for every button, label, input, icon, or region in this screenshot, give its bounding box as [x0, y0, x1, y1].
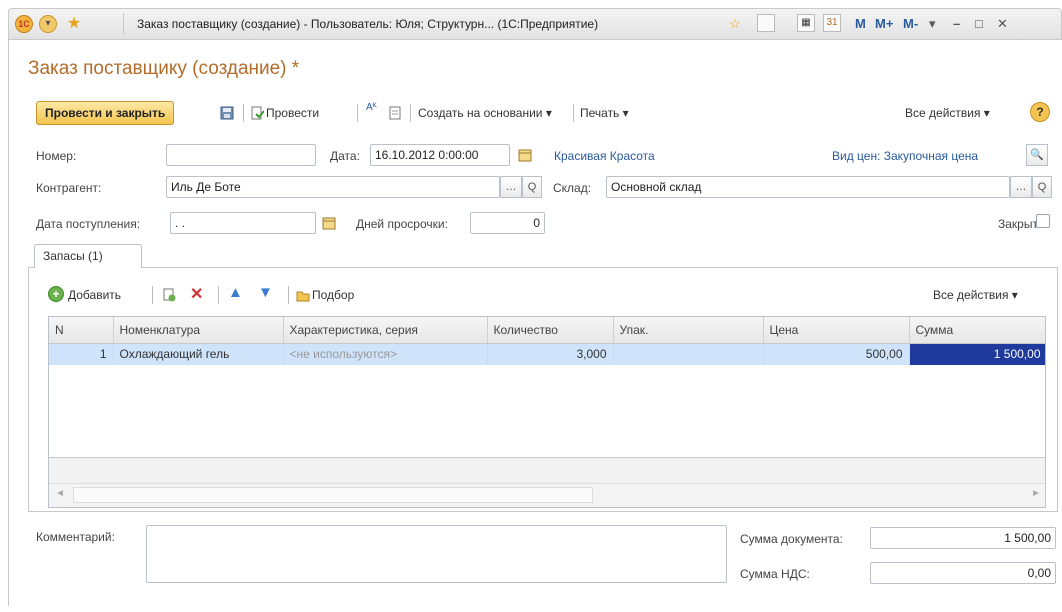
- link-icon[interactable]: [757, 14, 775, 32]
- document-report-icon[interactable]: [388, 106, 402, 120]
- price-type-link[interactable]: Вид цен: Закупочная цена: [832, 149, 978, 163]
- window-titlebar: 1C ▾ ★ Заказ поставщику (создание) - Пол…: [8, 8, 1062, 40]
- toolbar-divider: [218, 286, 219, 304]
- column-header-sum[interactable]: Сумма: [909, 317, 1045, 344]
- toolbar-divider: [243, 104, 244, 122]
- post-document-icon[interactable]: [250, 106, 264, 120]
- tab-inventory[interactable]: Запасы (1): [34, 244, 142, 268]
- selection-folder-icon[interactable]: [296, 288, 310, 302]
- cell-n[interactable]: 1: [49, 343, 114, 365]
- toolbar-divider: [152, 286, 153, 304]
- cell-characteristic[interactable]: <не используются>: [283, 343, 488, 365]
- post-button[interactable]: Провести: [266, 106, 319, 120]
- closed-checkbox[interactable]: [1036, 214, 1050, 228]
- add-to-favorites-icon[interactable]: ☆: [729, 14, 741, 34]
- column-header-characteristic[interactable]: Характеристика, серия: [283, 317, 488, 344]
- copy-row-icon[interactable]: [162, 288, 176, 302]
- vat-sum-label: Сумма НДС:: [740, 567, 810, 581]
- toolbar-divider: [573, 104, 574, 122]
- document-sum-field: 1 500,00: [870, 527, 1056, 549]
- contractor-label: Контрагент:: [36, 181, 102, 195]
- vat-sum-field: 0,00: [870, 562, 1056, 584]
- warehouse-field[interactable]: Основной склад: [606, 176, 1010, 198]
- calendar-icon[interactable]: 31: [823, 14, 841, 32]
- pick-button[interactable]: Подбор: [312, 288, 354, 302]
- add-row-icon[interactable]: +: [48, 286, 64, 302]
- column-header-package[interactable]: Упак.: [613, 317, 764, 344]
- memory-plus-button[interactable]: M+: [875, 14, 893, 34]
- search-icon[interactable]: 🔍: [1026, 144, 1048, 166]
- main-menu-icon[interactable]: ▾: [39, 15, 57, 33]
- table-footer-row: [49, 457, 1045, 483]
- scroll-right-icon[interactable]: ►: [1031, 488, 1041, 499]
- cell-package[interactable]: [613, 343, 764, 365]
- add-row-button[interactable]: Добавить: [68, 288, 121, 302]
- calendar-picker-icon[interactable]: [322, 216, 336, 230]
- closed-label: Закрыт:: [998, 217, 1042, 231]
- post-and-close-button[interactable]: Провести и закрыть: [36, 101, 175, 125]
- document-sum-label: Сумма документа:: [740, 532, 843, 546]
- app-logo-icon[interactable]: 1C: [15, 15, 33, 33]
- inventory-table[interactable]: N Номенклатура Характеристика, серия Кол…: [48, 316, 1046, 508]
- toolbar-divider: [357, 104, 358, 122]
- number-label: Номер:: [36, 149, 77, 163]
- form-title: Заказ поставщику (создание) *: [28, 58, 300, 79]
- overdue-days-label: Дней просрочки:: [356, 217, 448, 231]
- warehouse-label: Склад:: [553, 181, 592, 195]
- contractor-field[interactable]: Иль Де Боте: [166, 176, 500, 198]
- toolbar-divider: [288, 286, 289, 304]
- move-down-icon[interactable]: ▼: [258, 284, 273, 301]
- date-field[interactable]: 16.10.2012 0:00:00: [370, 144, 510, 166]
- warehouse-open-icon[interactable]: Q: [1032, 176, 1052, 198]
- warehouse-select-button[interactable]: …: [1010, 176, 1032, 198]
- table-all-actions-menu[interactable]: Все действия ▾: [933, 288, 1018, 302]
- create-based-on-menu[interactable]: Создать на основании ▾: [418, 106, 552, 120]
- calendar-picker-icon[interactable]: [518, 148, 532, 162]
- favorites-star-icon[interactable]: ★: [65, 15, 83, 33]
- cell-item[interactable]: Охлаждающий гель: [113, 343, 284, 365]
- contractor-select-button[interactable]: …: [500, 176, 522, 198]
- move-up-icon[interactable]: ▲: [228, 284, 243, 301]
- window-title: Заказ поставщику (создание) - Пользовате…: [137, 17, 599, 31]
- column-header-n[interactable]: N: [49, 317, 114, 344]
- column-header-quantity[interactable]: Количество: [487, 317, 614, 344]
- all-actions-menu[interactable]: Все действия ▾: [905, 106, 990, 120]
- scroll-left-icon[interactable]: ◄: [55, 488, 65, 499]
- save-icon[interactable]: [220, 106, 234, 120]
- toolbar-divider: [410, 104, 411, 122]
- memory-m-button[interactable]: M: [855, 14, 866, 34]
- calculator-icon[interactable]: ▦: [797, 14, 815, 32]
- scrollbar-thumb[interactable]: [73, 487, 593, 503]
- comment-label: Комментарий:: [36, 530, 115, 544]
- maximize-icon[interactable]: □: [975, 14, 983, 34]
- cell-price[interactable]: 500,00: [763, 343, 910, 365]
- receipt-date-field[interactable]: . .: [170, 212, 316, 234]
- posting-journal-icon[interactable]: Aᴷ: [366, 102, 377, 113]
- cell-quantity[interactable]: 3,000: [487, 343, 614, 365]
- minimize-icon[interactable]: –: [953, 14, 960, 34]
- help-icon[interactable]: ?: [1030, 102, 1050, 122]
- close-icon[interactable]: ✕: [997, 14, 1008, 34]
- overdue-days-field[interactable]: 0: [470, 212, 545, 234]
- receipt-date-label: Дата поступления:: [36, 217, 141, 231]
- organization-link[interactable]: Красивая Красота: [554, 149, 655, 163]
- more-chevron-icon[interactable]: ▾: [929, 14, 936, 34]
- column-header-price[interactable]: Цена: [763, 317, 910, 344]
- comment-field[interactable]: [146, 525, 727, 583]
- delete-row-icon[interactable]: ✕: [190, 284, 203, 304]
- print-menu[interactable]: Печать ▾: [580, 106, 629, 120]
- number-field[interactable]: [166, 144, 316, 166]
- cell-sum[interactable]: 1 500,00: [908, 342, 1045, 366]
- table-row[interactable]: 1 Охлаждающий гель <не используются> 3,0…: [49, 342, 1045, 366]
- contractor-open-icon[interactable]: Q: [522, 176, 542, 198]
- date-label: Дата:: [330, 149, 360, 163]
- horizontal-scrollbar[interactable]: ◄ ►: [49, 483, 1045, 507]
- titlebar-divider: [123, 13, 124, 35]
- column-header-item[interactable]: Номенклатура: [113, 317, 284, 344]
- memory-minus-button[interactable]: M-: [903, 14, 918, 34]
